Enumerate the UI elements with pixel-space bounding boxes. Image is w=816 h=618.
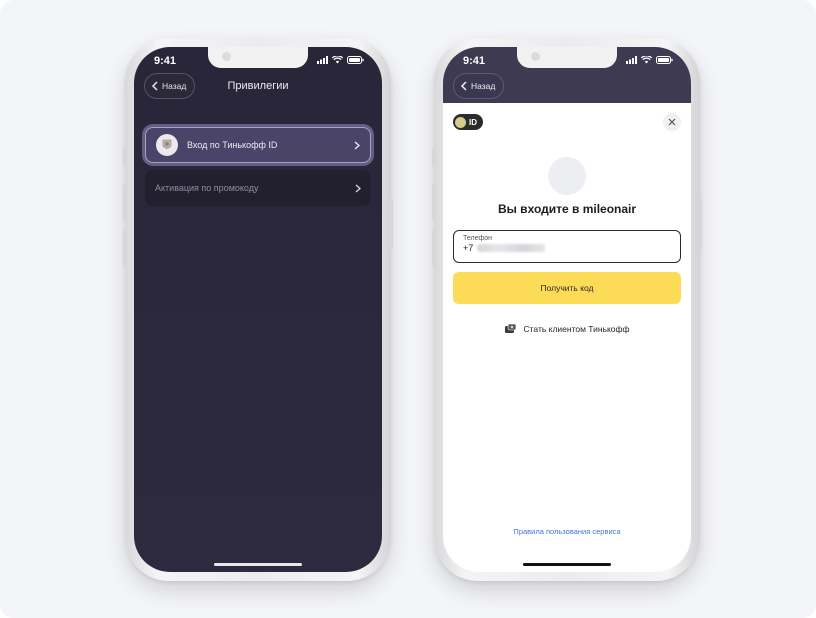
get-code-button[interactable]: Получить код bbox=[453, 272, 681, 304]
close-icon bbox=[668, 118, 676, 126]
camera bbox=[222, 52, 231, 61]
side-button bbox=[432, 184, 436, 220]
screen-tinkoff-login: 9:41 Назад ID Вы входите в mileonair Тел… bbox=[443, 47, 691, 572]
back-button[interactable]: Назад bbox=[453, 73, 505, 99]
tinkoff-card-icon bbox=[505, 323, 517, 333]
page-title: Привилегии bbox=[227, 80, 289, 92]
menu-item-label: Вход по Тинькофф ID bbox=[187, 140, 278, 150]
screen-privileges: 9:41 Назад Привилегии Вход по Тинькофф I… bbox=[134, 47, 382, 572]
side-button bbox=[698, 198, 702, 250]
battery-icon bbox=[656, 56, 673, 64]
phone-right: 9:41 Назад ID Вы входите в mileonair Тел… bbox=[432, 38, 702, 581]
status-time: 9:41 bbox=[463, 55, 486, 67]
status-time: 9:41 bbox=[154, 55, 177, 67]
close-button[interactable] bbox=[663, 113, 681, 131]
side-button bbox=[432, 148, 436, 166]
home-indicator bbox=[214, 563, 302, 566]
chevron-right-icon bbox=[354, 140, 360, 150]
phone-prefix: +7 bbox=[463, 243, 474, 253]
chevron-right-icon bbox=[355, 183, 361, 193]
menu-item-promocode[interactable]: Активация по промокоду bbox=[145, 170, 371, 206]
chevron-left-icon bbox=[460, 81, 467, 91]
tinkoff-emblem-icon bbox=[156, 134, 178, 156]
terms-link[interactable]: Правила пользования сервиса bbox=[443, 527, 691, 536]
blurred-phone-number bbox=[477, 244, 546, 252]
home-indicator bbox=[523, 563, 611, 566]
notch bbox=[208, 47, 308, 68]
signal-icon bbox=[317, 56, 328, 64]
phone-input[interactable]: Телефон +7 bbox=[453, 230, 681, 263]
phone-field-label: Телефон bbox=[463, 235, 493, 242]
status-icons bbox=[317, 56, 364, 64]
notch bbox=[517, 47, 617, 68]
tinkoff-id-badge: ID bbox=[453, 114, 483, 130]
login-heading: Вы входите в mileonair bbox=[497, 202, 637, 216]
side-button bbox=[432, 230, 436, 266]
side-button bbox=[123, 148, 127, 166]
menu-item-tinkoff-id[interactable]: Вход по Тинькофф ID bbox=[145, 127, 371, 163]
badge-label: ID bbox=[469, 117, 477, 127]
tinkoff-emblem-icon bbox=[455, 116, 466, 128]
phone-field-value: +7 bbox=[463, 243, 671, 253]
mockup-canvas: 9:41 Назад Привилегии Вход по Тинькофф I… bbox=[0, 0, 816, 618]
battery-icon bbox=[347, 56, 364, 64]
become-client-label: Стать клиентом Тинькофф bbox=[523, 324, 630, 334]
camera bbox=[531, 52, 540, 61]
avatar bbox=[548, 157, 586, 195]
side-button bbox=[389, 198, 393, 250]
phone-left: 9:41 Назад Привилегии Вход по Тинькофф I… bbox=[123, 38, 393, 581]
wifi-icon bbox=[332, 56, 343, 64]
menu-item-label: Активация по промокоду bbox=[155, 183, 259, 193]
side-button bbox=[123, 184, 127, 220]
become-client-link[interactable]: Стать клиентом Тинькофф bbox=[443, 323, 691, 335]
signal-icon bbox=[626, 56, 637, 64]
wifi-icon bbox=[641, 56, 652, 64]
side-button bbox=[123, 230, 127, 266]
back-label: Назад bbox=[471, 81, 496, 91]
status-icons bbox=[626, 56, 673, 64]
